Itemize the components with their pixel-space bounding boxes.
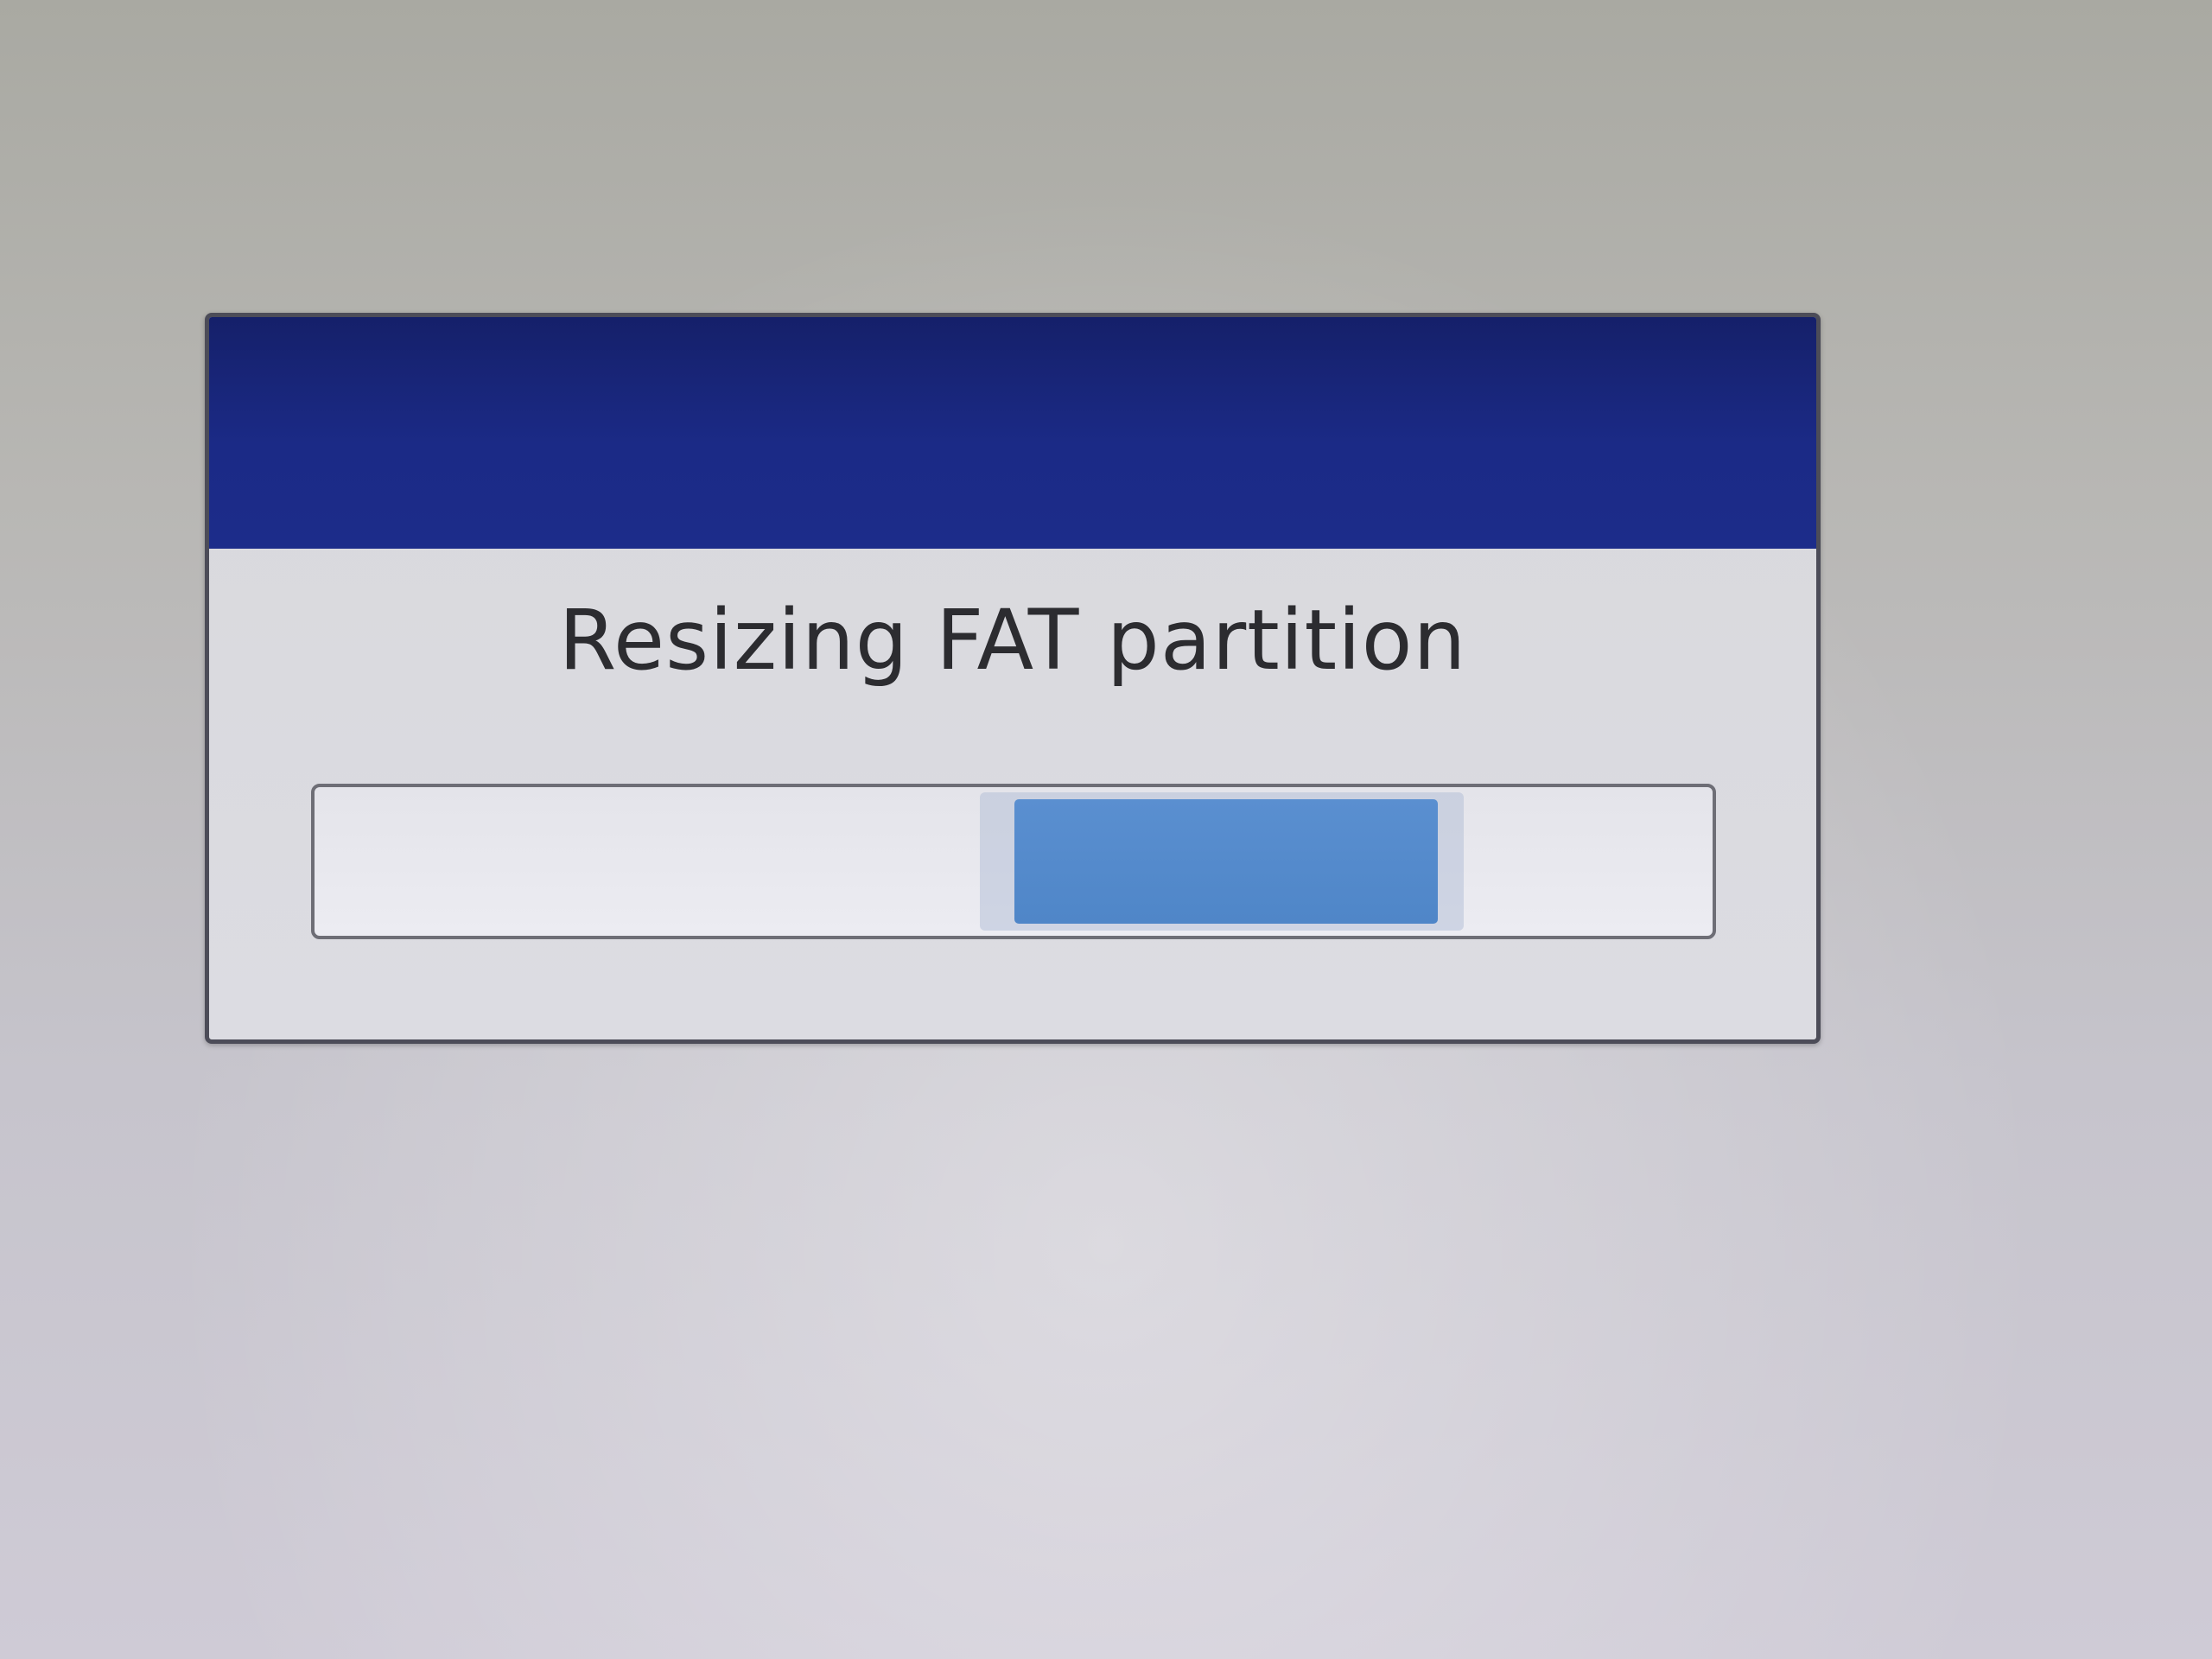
status-message: Resizing FAT partition: [558, 592, 1467, 689]
progress-bar: [311, 784, 1716, 939]
progress-indicator: [1014, 799, 1438, 924]
progress-dialog: Resizing FAT partition: [205, 313, 1821, 1044]
dialog-titlebar[interactable]: [209, 317, 1816, 549]
desktop-background: Resizing FAT partition: [0, 0, 2212, 1659]
